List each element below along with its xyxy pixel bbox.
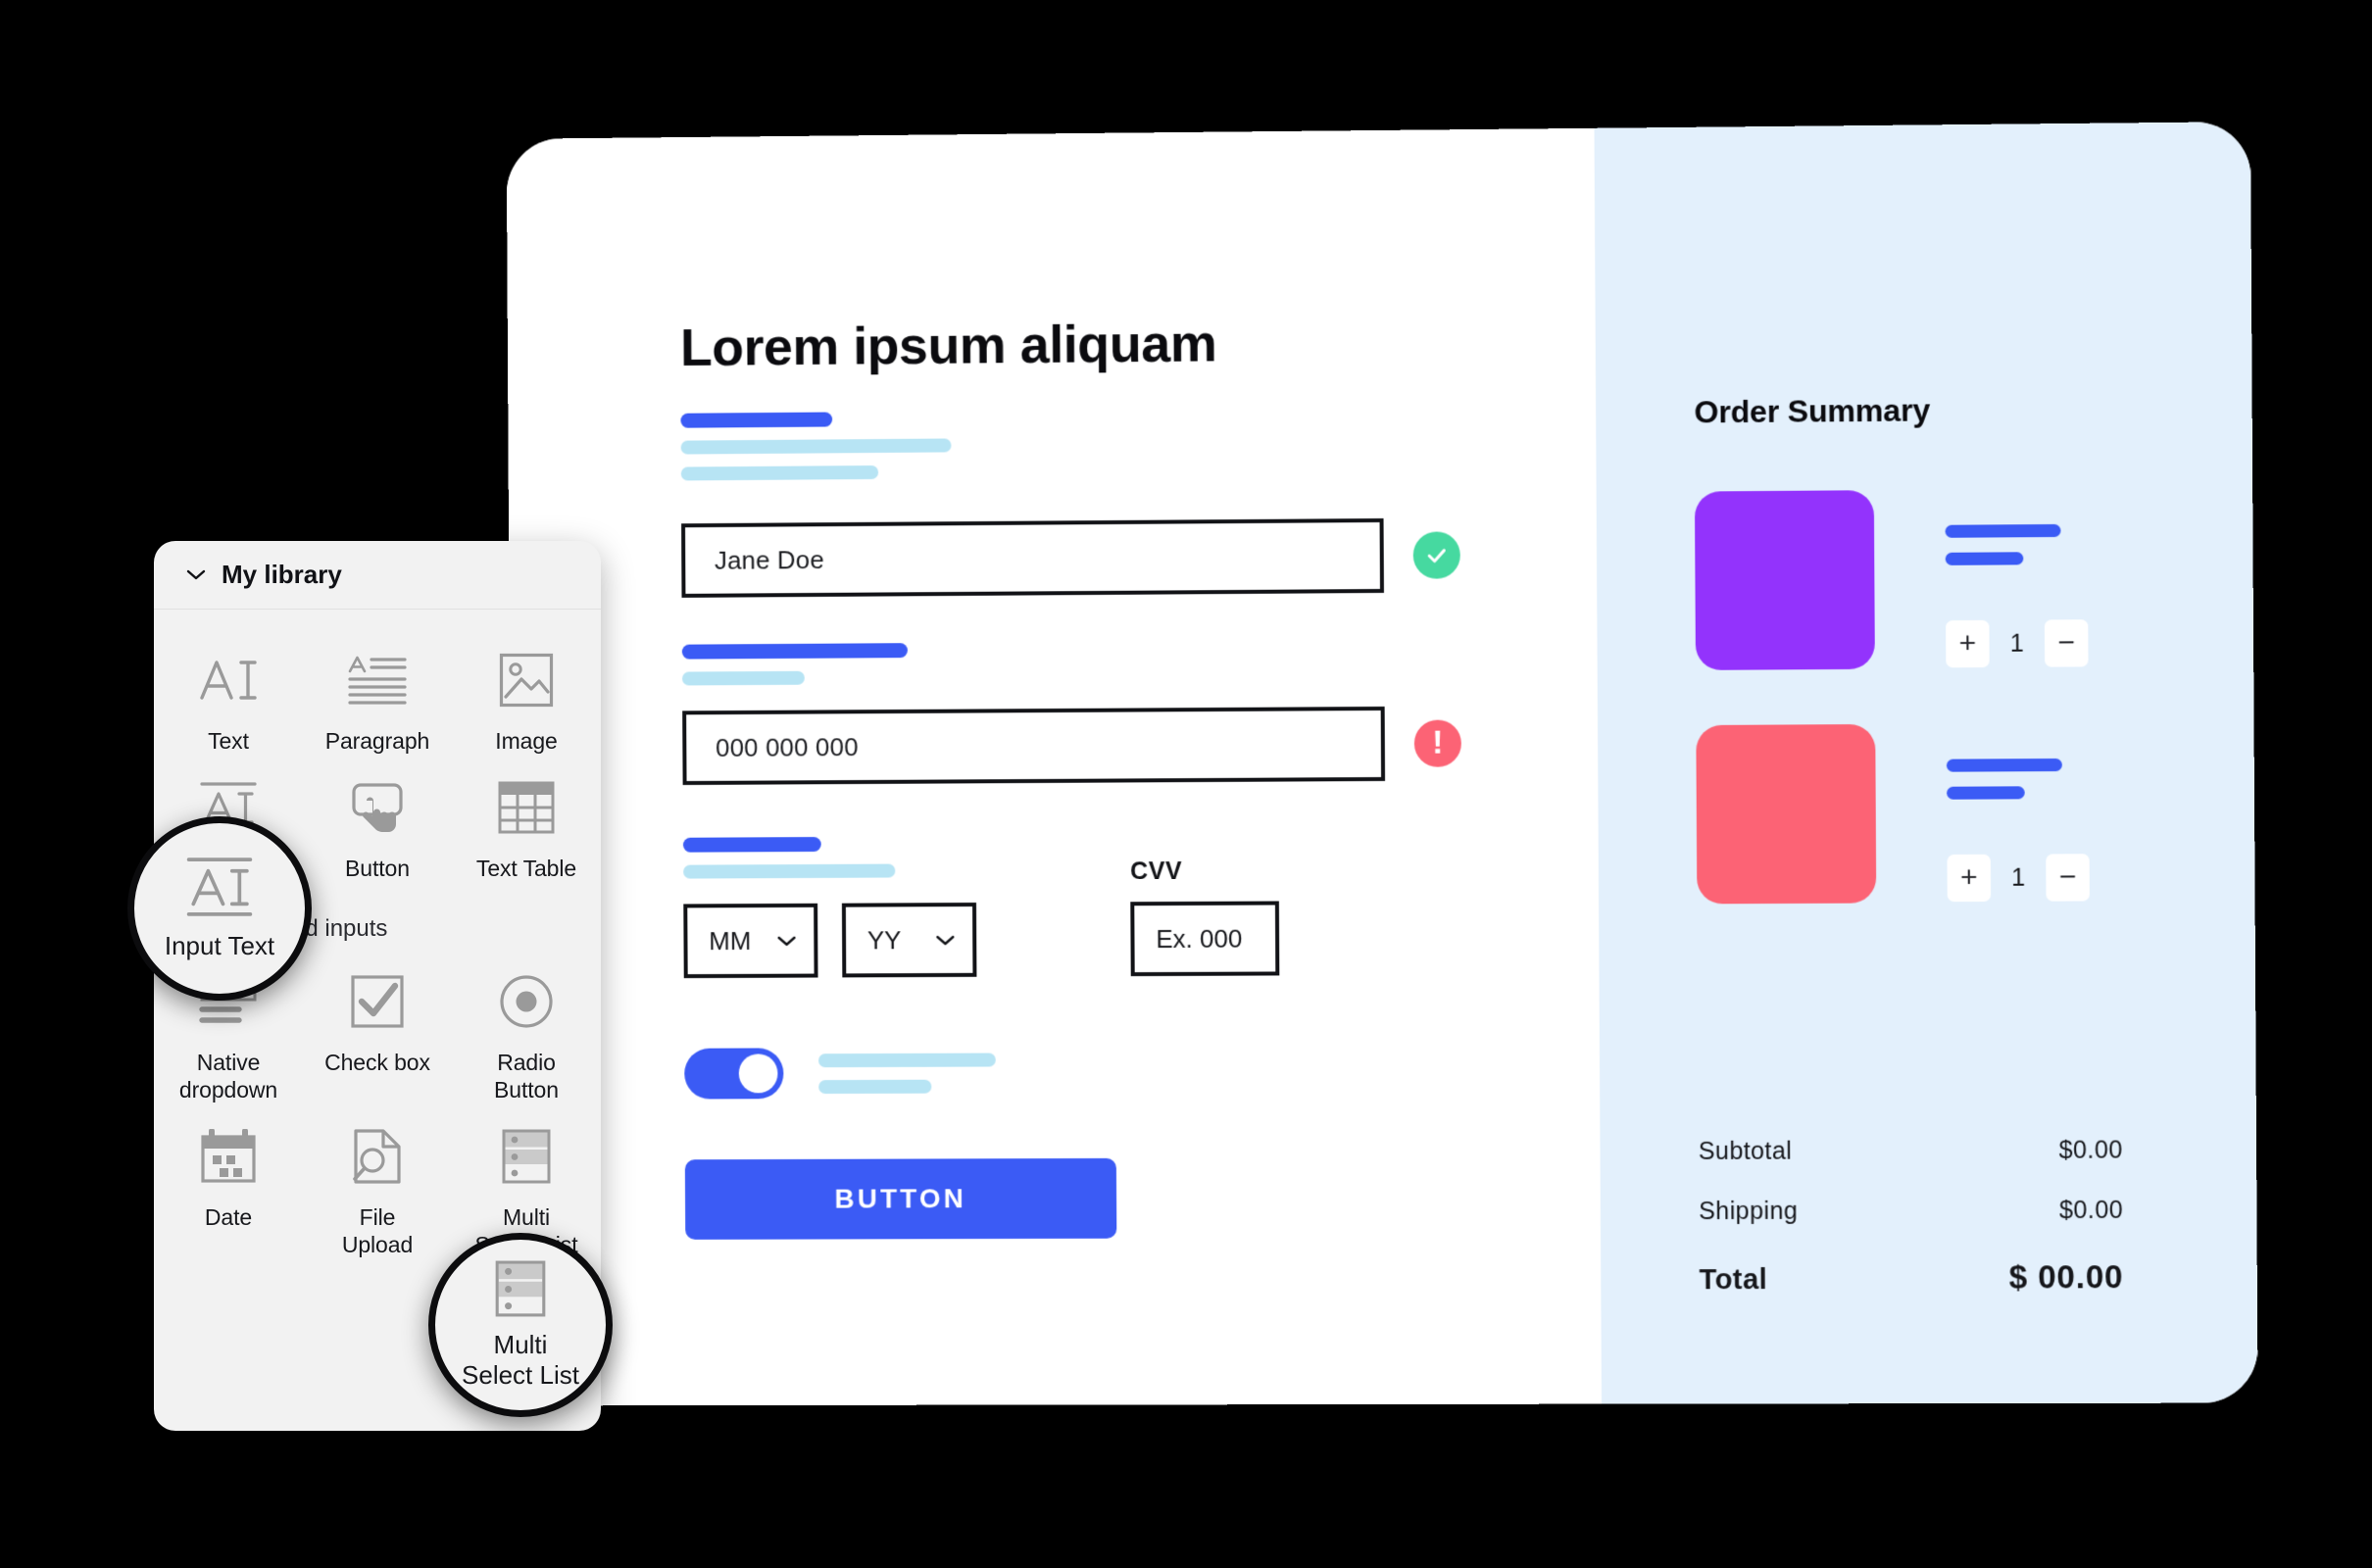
library-tile-image[interactable]: Image (452, 635, 601, 755)
field-help-placeholder-2 (680, 465, 879, 481)
total-value: $ 00.00 (2008, 1258, 2124, 1296)
name-input-value: Jane Doe (714, 544, 825, 575)
library-tile-paragraph[interactable]: Paragraph (303, 635, 452, 755)
name-input[interactable]: Jane Doe (681, 517, 1384, 598)
field-help-placeholder-1 (680, 438, 952, 455)
save-card-toggle[interactable] (684, 1048, 784, 1100)
order-summary-title: Order Summary (1694, 392, 1931, 430)
check-icon (1412, 531, 1460, 579)
increment-button[interactable]: + (1947, 854, 1992, 903)
radio-button-icon (499, 970, 554, 1033)
decrement-button[interactable]: − (2044, 619, 2089, 667)
decrement-button[interactable]: − (2046, 854, 2090, 902)
library-tile-text-table[interactable]: Text Table (452, 762, 601, 882)
toggle-text-placeholder-1 (817, 1053, 996, 1067)
page-title: Lorem ipsum aliquam (679, 314, 1217, 377)
subtotal-label: Subtotal (1698, 1137, 1793, 1165)
magnifier-multi-select-list: Multi Select List (428, 1233, 613, 1417)
card-label-placeholder (681, 643, 909, 660)
product-desc-placeholder (1945, 552, 2024, 565)
magnifier-label: Input Text (164, 931, 275, 961)
shipping-row: Shipping $0.00 (1699, 1197, 2123, 1226)
cvv-placeholder: Ex. 000 (1156, 923, 1243, 954)
quantity-value: 1 (2011, 863, 2026, 892)
product-thumbnail (1694, 490, 1875, 670)
image-icon (499, 649, 554, 711)
total-label: Total (1699, 1264, 1768, 1297)
cvv-label: CVV (1130, 858, 1183, 886)
library-tile-label: Button (345, 856, 410, 882)
library-tile-radio-button[interactable]: Radio Button (452, 956, 601, 1103)
toggle-knob (738, 1054, 778, 1094)
library-tile-label: Text (208, 728, 249, 754)
date-icon (200, 1125, 257, 1188)
library-tile-label: Date (204, 1204, 253, 1231)
total-row: Total $ 00.00 (1699, 1258, 2123, 1297)
canvas: Lorem ipsum aliquam Jane Doe 000 000 000… (0, 0, 2372, 1568)
order-item: + 1 − (1696, 722, 2210, 905)
library-tile-label: Radio Button (494, 1050, 559, 1103)
order-summary-pane: Order Summary + 1 − + 1 − Subtotal $0.00… (1594, 122, 2258, 1404)
quantity-value: 1 (2009, 629, 2024, 658)
chevron-down-icon (935, 935, 955, 946)
error-icon: ! (1413, 719, 1462, 767)
library-tile-label: Native dropdown (178, 1050, 278, 1103)
chevron-down-icon (777, 935, 797, 946)
paragraph-icon (347, 649, 408, 711)
expiry-year-select[interactable]: YY (841, 903, 977, 978)
order-item: + 1 − (1694, 488, 2209, 670)
library-tile-date[interactable]: Date (154, 1111, 303, 1258)
expiry-month-value: MM (709, 925, 752, 956)
library-tile-check-box[interactable]: Check box (303, 956, 452, 1103)
totals-block: Subtotal $0.00 Shipping $0.00 Total $ 00… (1699, 1136, 2124, 1297)
expiry-month-select[interactable]: MM (683, 903, 818, 979)
shipping-label: Shipping (1699, 1197, 1799, 1226)
text-table-icon (498, 776, 555, 839)
library-tile-label: File Upload (341, 1204, 414, 1258)
quantity-stepper: + 1 − (1946, 619, 2089, 668)
checkout-card: Lorem ipsum aliquam Jane Doe 000 000 000… (506, 122, 2258, 1406)
library-tile-label: Check box (324, 1050, 430, 1076)
library-tile-label: Paragraph (324, 728, 430, 754)
library-section-forms: Native dropdown Check box Radio Button D… (154, 956, 601, 1258)
text-icon (198, 649, 259, 711)
magnifier-input-text: Input Text (127, 816, 312, 1001)
library-header[interactable]: My library (154, 541, 601, 610)
subtotal-value: $0.00 (2058, 1136, 2123, 1164)
quantity-stepper: + 1 − (1947, 854, 2090, 903)
expiry-year-value: YY (866, 924, 902, 955)
library-tile-label: Text Table (475, 856, 577, 882)
cvv-input[interactable]: Ex. 000 (1130, 901, 1280, 977)
chevron-down-icon (186, 569, 206, 580)
library-tile-file-upload[interactable]: File Upload (303, 1111, 452, 1258)
field-label-placeholder (680, 412, 833, 428)
input-text-icon (184, 855, 255, 919)
subtotal-row: Subtotal $0.00 (1699, 1136, 2123, 1165)
product-name-placeholder (1946, 758, 2062, 772)
product-name-placeholder (1945, 523, 2061, 538)
check-box-icon (350, 970, 405, 1033)
submit-button[interactable]: BUTTON (684, 1157, 1117, 1240)
card-number-input[interactable]: 000 000 000 (682, 706, 1386, 786)
expiry-label-placeholder (682, 837, 821, 853)
increment-button[interactable]: + (1946, 619, 1990, 668)
multi-select-list-icon (494, 1259, 547, 1318)
library-tile-button[interactable]: Button (303, 762, 452, 882)
shipping-value: $0.00 (2058, 1196, 2124, 1225)
expiry-help-placeholder (683, 863, 896, 879)
checkout-form-pane: Lorem ipsum aliquam Jane Doe 000 000 000… (506, 127, 1602, 1406)
magnifier-label: Multi Select List (462, 1329, 579, 1390)
card-help-placeholder (681, 670, 805, 686)
library-tile-label: Image (495, 728, 558, 754)
button-icon (349, 776, 406, 839)
error-glyph: ! (1432, 723, 1444, 761)
library-title: My library (222, 560, 342, 589)
product-desc-placeholder (1947, 786, 2025, 800)
toggle-text-placeholder-2 (818, 1079, 932, 1094)
card-number-value: 000 000 000 (715, 731, 859, 762)
multi-select-list-icon (501, 1125, 552, 1188)
library-tile-text[interactable]: Text (154, 635, 303, 755)
file-upload-icon (350, 1125, 405, 1188)
product-thumbnail (1696, 723, 1877, 905)
